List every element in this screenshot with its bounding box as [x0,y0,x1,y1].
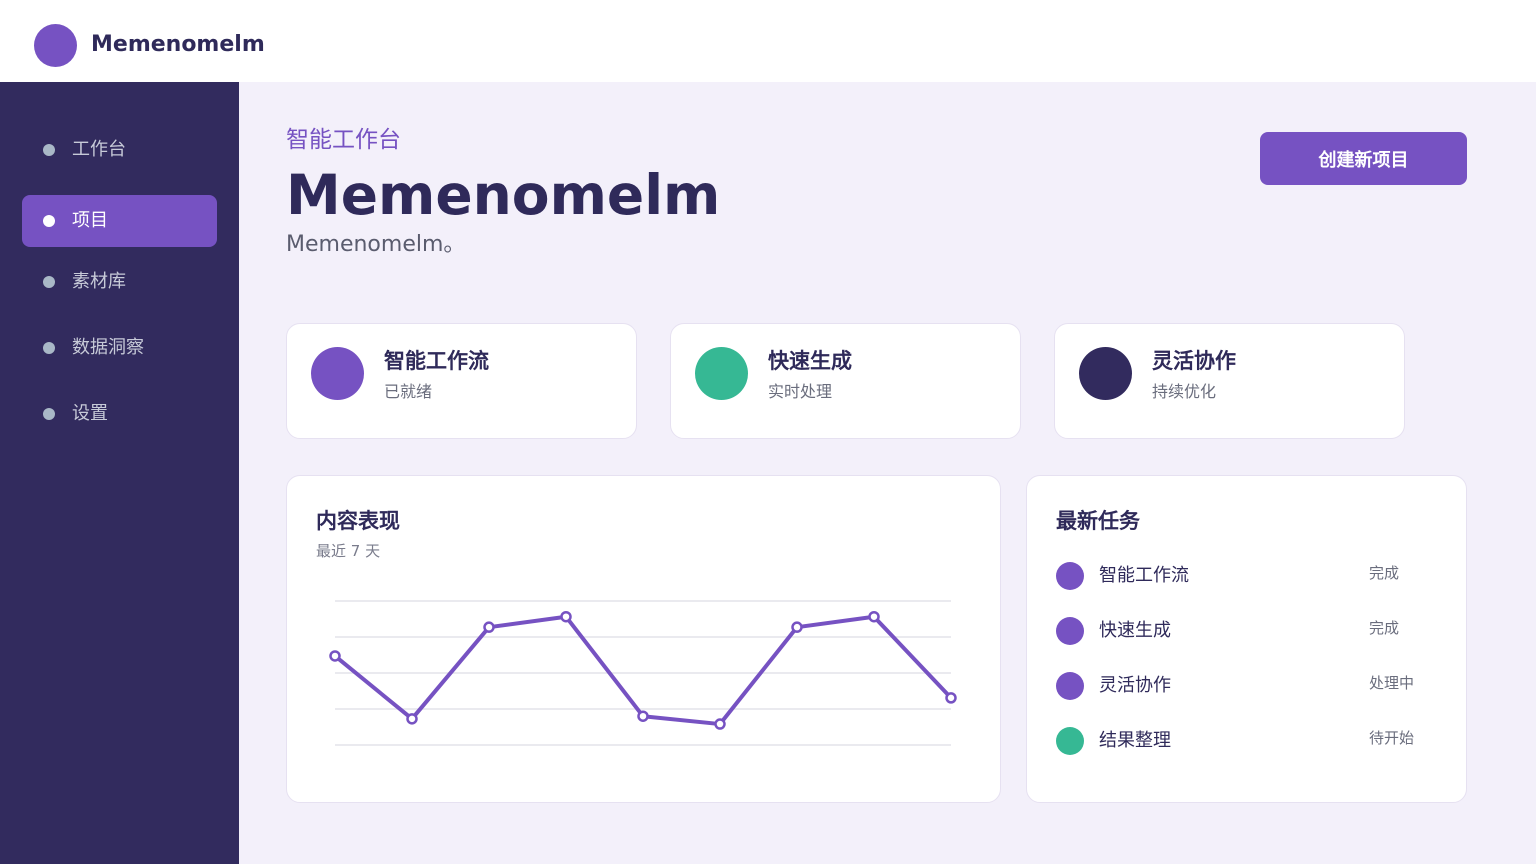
sidebar-item-label: 设置 [72,403,108,424]
brand-name[interactable]: Memenomelm [91,30,265,60]
feature-subtitle: 持续优化 [1152,382,1217,401]
series-line [333,614,953,727]
sidebar-item-settings[interactable]: 设置 [22,388,217,440]
data-point[interactable] [560,610,572,623]
task-label: 结果整理 [1099,730,1171,751]
performance-line-chart[interactable] [287,476,1002,804]
nav-dot-icon [43,342,55,354]
feature-subtitle: 已就绪 [384,382,433,401]
nav-dot-icon [43,215,55,227]
feature-subtitle: 实时处理 [768,382,833,401]
page-eyebrow: 智能工作台 [286,127,401,153]
data-point[interactable] [637,710,649,722]
feature-dot-icon [695,347,748,400]
feature-card[interactable]: 快速生成 实时处理 [670,323,1021,439]
nav-dot-icon [43,276,55,288]
data-point[interactable] [483,621,495,633]
tasks-title: 最新任务 [1056,509,1140,533]
task-label: 灵活协作 [1099,675,1171,696]
tasks-panel: 最新任务 智能工作流 完成 快速生成 完成 灵活协作 处理中 结果整理 待开始 [1026,475,1467,803]
top-bar: Memenomelm [0,0,1536,82]
performance-panel: 内容表现 最近 7 天 [286,475,1001,803]
sidebar-item-projects[interactable]: 项目 [22,195,217,247]
data-point[interactable] [791,621,803,633]
task-label: 智能工作流 [1099,565,1189,586]
feature-card[interactable]: 智能工作流 已就绪 [286,323,637,439]
feature-card[interactable]: 灵活协作 持续优化 [1054,323,1405,439]
feature-title: 快速生成 [768,349,852,373]
nav-dot-icon [43,408,55,420]
create-project-button[interactable]: 创建新项目 [1260,132,1467,185]
feature-dot-icon [311,347,364,400]
sidebar-item-insights[interactable]: 数据洞察 [22,322,217,374]
page-title: Memenomelm [286,163,721,227]
task-dot-icon [1056,727,1084,755]
data-point[interactable] [329,650,341,662]
task-item[interactable]: 智能工作流 完成 [1056,558,1436,594]
sidebar-item-label: 工作台 [72,139,126,160]
task-status: 处理中 [1369,674,1415,692]
data-point[interactable] [714,718,726,730]
task-item[interactable]: 快速生成 完成 [1056,613,1436,649]
page-description: Memenomelm。 [286,232,466,257]
sidebar-item-label: 数据洞察 [72,337,144,358]
sidebar-item-label: 素材库 [72,271,126,292]
task-item[interactable]: 灵活协作 处理中 [1056,668,1436,704]
task-status: 完成 [1369,619,1400,637]
data-point[interactable] [868,610,880,623]
feature-title: 智能工作流 [384,349,489,373]
task-label: 快速生成 [1099,620,1171,641]
sidebar-item-workbench[interactable]: 工作台 [22,124,217,176]
sidebar-item-assets[interactable]: 素材库 [22,256,217,308]
data-point[interactable] [406,713,418,725]
feature-dot-icon [1079,347,1132,400]
task-status: 待开始 [1369,729,1415,747]
task-item[interactable]: 结果整理 待开始 [1056,723,1436,759]
data-point[interactable] [945,692,957,704]
task-dot-icon [1056,562,1084,590]
task-dot-icon [1056,672,1084,700]
task-dot-icon [1056,617,1084,645]
task-status: 完成 [1369,564,1400,582]
sidebar-item-label: 项目 [72,210,108,231]
nav-dot-icon [43,144,55,156]
feature-title: 灵活协作 [1152,349,1236,373]
sidebar: 工作台 项目 素材库 数据洞察 设置 [0,82,239,864]
logo-icon[interactable] [34,24,77,67]
